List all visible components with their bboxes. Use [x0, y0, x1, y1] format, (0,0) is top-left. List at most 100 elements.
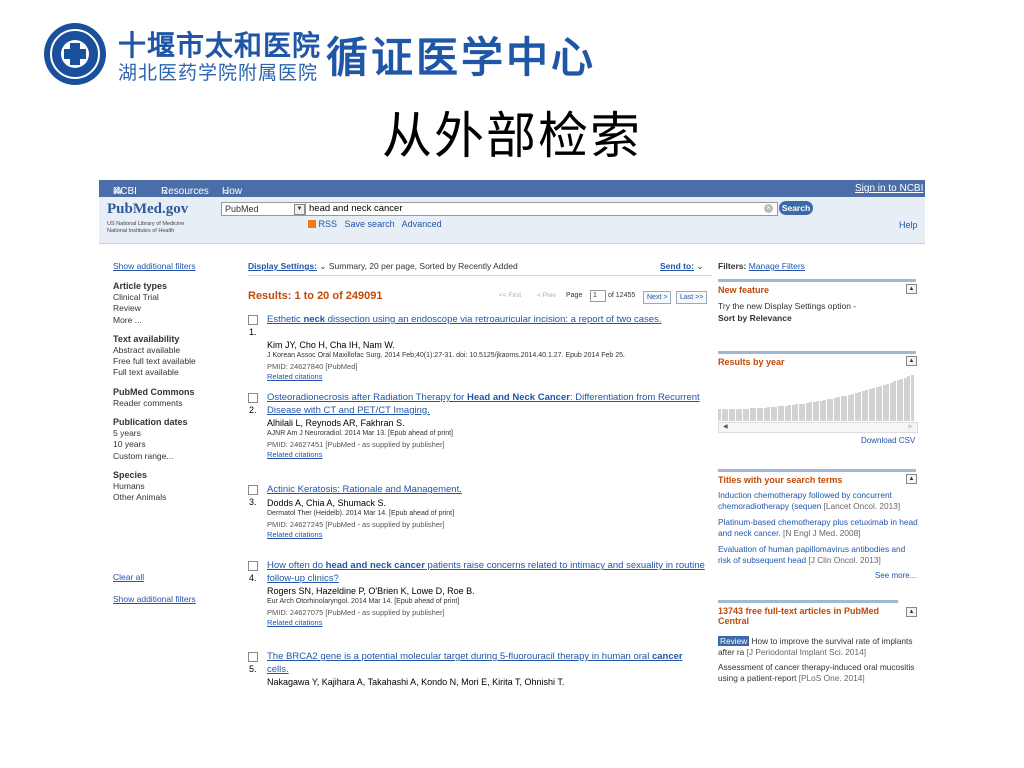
- result-checkbox[interactable]: [248, 485, 258, 495]
- title-segment: dissection using an endoscope via retroa…: [325, 314, 662, 325]
- show-filters-top[interactable]: Show additional filters: [113, 261, 196, 271]
- first-link[interactable]: << First: [499, 292, 521, 299]
- nih-line: National Institutes of Health: [107, 228, 175, 234]
- help-link[interactable]: Help: [899, 220, 918, 230]
- result-authors: Dodds A, Chia A, Shumack S.: [267, 497, 387, 508]
- sort-by-relevance[interactable]: Sort by Relevance: [718, 313, 918, 324]
- nlm-line: US National Library of Medicine: [107, 221, 185, 227]
- hospital-subname: 湖北医药学院附属医院: [118, 62, 319, 84]
- advanced-link[interactable]: Advanced: [402, 219, 442, 229]
- sidebar-item[interactable]: Full text available: [113, 367, 223, 378]
- chevron-down-icon: ⌄: [696, 261, 704, 271]
- divider: [248, 275, 712, 276]
- sidebar-item[interactable]: Review: [113, 303, 223, 314]
- manage-filters-link[interactable]: Manage Filters: [749, 261, 805, 271]
- result-authors: Alhilali L, Reynods AR, Fakhran S.: [267, 418, 405, 428]
- result-title[interactable]: The BRCA2 gene is a potential molecular …: [267, 651, 705, 676]
- title-item[interactable]: Evaluation of human papillomavirus antib…: [718, 544, 918, 566]
- page-input[interactable]: 1: [590, 290, 606, 302]
- database-select[interactable]: PubMed ▼: [221, 202, 308, 216]
- year-histogram[interactable]: [718, 373, 916, 421]
- display-settings[interactable]: Display Settings: ⌄ Summary, 20 per page…: [248, 261, 518, 272]
- review-badge: Review: [718, 636, 750, 646]
- download-csv-link[interactable]: Download CSV: [861, 436, 915, 445]
- rss-link[interactable]: RSS: [319, 219, 338, 229]
- scroll-right-icon[interactable]: ▶: [908, 423, 913, 430]
- year-bar[interactable]: [910, 375, 914, 421]
- result-checkbox[interactable]: [248, 652, 258, 662]
- result-checkbox[interactable]: [248, 393, 258, 403]
- pmc-source: [PLoS One. 2014]: [798, 673, 865, 683]
- sidebar-item[interactable]: Clinical Trial: [113, 292, 223, 303]
- pmc-item[interactable]: Review How to improve the survival rate …: [718, 636, 918, 658]
- search-button[interactable]: Search: [779, 201, 813, 215]
- sidebar-item[interactable]: Free full text available: [113, 356, 223, 367]
- filters-bar: Filters: Manage Filters: [718, 261, 805, 271]
- titles-heading: Titles with your search terms: [718, 469, 916, 485]
- chevron-down-icon: ⌄: [319, 261, 327, 271]
- title-segment: neck: [303, 314, 326, 325]
- histogram-scrollbar[interactable]: ◀ ▶: [718, 422, 918, 433]
- chevron-down-icon: ⌄: [161, 186, 170, 197]
- result-title[interactable]: Osteoradionecrosis after Radiation Thera…: [267, 392, 705, 417]
- show-filters-bottom[interactable]: Show additional filters: [113, 594, 196, 604]
- result-checkbox[interactable]: [248, 315, 258, 325]
- results-by-year-heading: Results by year: [718, 351, 916, 367]
- pmc-list: Review How to improve the survival rate …: [718, 636, 918, 688]
- clear-all-link[interactable]: Clear all: [113, 572, 144, 582]
- sidebar-heading: Publication dates: [113, 417, 188, 428]
- pmc-source: [J Periodontal Implant Sci. 2014]: [746, 647, 867, 657]
- title-item[interactable]: Platinum-based chemotherapy plus cetuxim…: [718, 517, 918, 539]
- result-title[interactable]: Esthetic neck dissection using an endosc…: [267, 314, 705, 327]
- related-citations-link[interactable]: Related citations: [267, 450, 322, 459]
- related-citations-link[interactable]: Related citations: [267, 372, 322, 381]
- result-number: 1.: [249, 327, 257, 337]
- clear-icon[interactable]: ×: [764, 204, 773, 213]
- page-label: Page: [566, 292, 583, 299]
- sidebar-heading: PubMed Commons: [113, 386, 195, 397]
- sidebar-item[interactable]: 10 years: [113, 439, 223, 450]
- see-more-link[interactable]: See more...: [875, 571, 916, 580]
- title-segment: Head and Neck Cancer: [466, 392, 570, 403]
- related-citations-link[interactable]: Related citations: [267, 530, 322, 539]
- result-authors: Kim JY, Cho H, Cha IH, Nam W.: [267, 340, 395, 350]
- result-number: 5.: [249, 664, 257, 674]
- collapse-icon[interactable]: ▲: [906, 474, 917, 484]
- sidebar-item[interactable]: Abstract available: [113, 345, 223, 356]
- collapse-icon[interactable]: ▲: [906, 356, 917, 366]
- sidebar-item[interactable]: Humans: [113, 481, 223, 492]
- sidebar-item[interactable]: 5 years: [113, 428, 223, 439]
- search-input[interactable]: head and neck cancer ×: [305, 202, 778, 216]
- search-links: RSS Save search Advanced: [308, 219, 442, 229]
- title-segment: Esthetic: [267, 314, 304, 325]
- save-search-link[interactable]: Save search: [345, 219, 395, 229]
- sidebar-heading: Article types: [113, 281, 168, 291]
- title-item[interactable]: Induction chemotherapy followed by concu…: [718, 490, 918, 512]
- pubmed-logo[interactable]: PubMed.gov: [107, 201, 188, 218]
- pmc-item[interactable]: Assessment of cancer therapy-induced ora…: [718, 662, 918, 684]
- center-title: 循证医学中心: [326, 33, 597, 82]
- sidebar-item[interactable]: More ...: [113, 315, 223, 326]
- sign-in-link[interactable]: Sign in to NCBI: [855, 183, 923, 194]
- sidebar-item[interactable]: Other Animals: [113, 492, 223, 503]
- prev-link[interactable]: < Prev: [537, 292, 556, 299]
- sidebar-item[interactable]: Reader comments: [113, 398, 223, 409]
- send-to[interactable]: Send to: ⌄: [660, 261, 704, 272]
- sidebar-item[interactable]: Custom range...: [113, 451, 223, 462]
- chevron-down-icon: ⌄: [222, 186, 231, 197]
- scroll-left-icon[interactable]: ◀: [723, 423, 728, 430]
- pmc-heading: 13743 free full-text articles in PubMed …: [718, 600, 898, 626]
- result-authors: Rogers SN, Hazeldine P, O'Brien K, Lowe …: [267, 586, 475, 596]
- result-checkbox[interactable]: [248, 561, 258, 571]
- related-citations-link[interactable]: Related citations: [267, 618, 322, 627]
- results-summary: Results: 1 to 20 of 249091: [248, 290, 383, 302]
- result-title[interactable]: How often do head and neck cancer patien…: [267, 560, 705, 585]
- result-title[interactable]: Actinic Keratosis: Rationale and Managem…: [267, 484, 705, 497]
- result-number: 4.: [249, 573, 257, 583]
- result-citation: Dermatol Ther (Heidelb). 2014 Mar 14. [E…: [267, 509, 455, 517]
- collapse-icon[interactable]: ▲: [906, 607, 917, 617]
- collapse-icon[interactable]: ▲: [906, 284, 917, 294]
- title-source: [Lancet Oncol. 2013]: [823, 501, 901, 511]
- last-button[interactable]: Last >>: [676, 291, 708, 304]
- next-button[interactable]: Next >: [643, 291, 672, 304]
